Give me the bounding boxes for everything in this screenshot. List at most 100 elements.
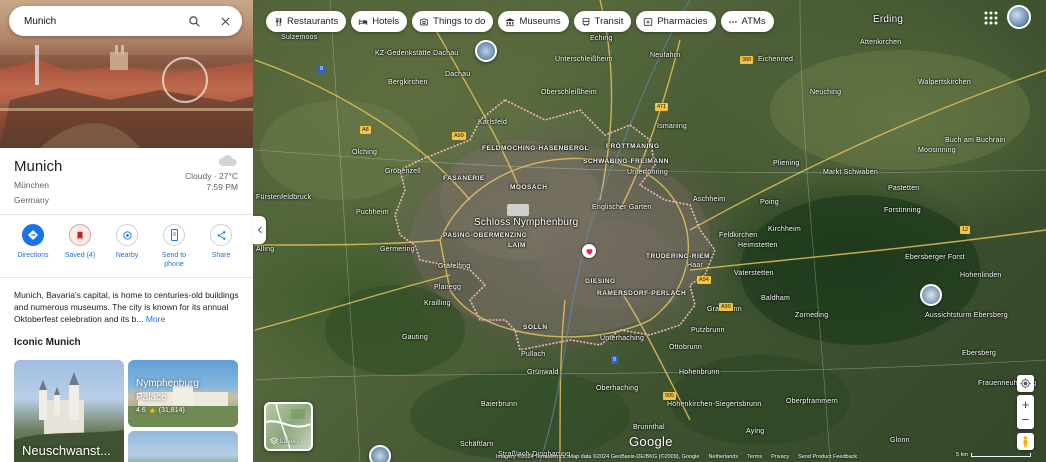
map-label[interactable]: Aying bbox=[746, 428, 764, 435]
map-label[interactable]: KZ-Gedenkstätte Dachau bbox=[375, 50, 458, 57]
map-label[interactable]: Erding bbox=[873, 14, 903, 25]
map-label[interactable]: Oberschleißheim bbox=[541, 89, 597, 96]
map-label[interactable]: Olching bbox=[352, 149, 377, 156]
map-label[interactable]: Höhenkirchen-Siegertsbrunn bbox=[667, 401, 761, 408]
more-link[interactable]: More bbox=[146, 314, 165, 324]
zoom-out-button[interactable]: − bbox=[1022, 413, 1030, 426]
map-label[interactable]: Eichenried bbox=[758, 56, 793, 63]
account-avatar[interactable] bbox=[1007, 5, 1031, 29]
saved-place-pin[interactable] bbox=[582, 244, 596, 258]
map-label[interactable]: Unterhaching bbox=[600, 335, 644, 342]
map-label[interactable]: Gröbenzell bbox=[385, 168, 421, 175]
chip-things-to-do[interactable]: Things to do bbox=[412, 11, 494, 32]
chip-transit[interactable]: Transit bbox=[573, 11, 632, 32]
map-label[interactable]: Neufahrn bbox=[650, 52, 680, 59]
map-label[interactable]: Karlsfeld bbox=[478, 119, 507, 126]
map-label[interactable]: Baierbrunn bbox=[481, 401, 517, 408]
map-label-poi[interactable]: Schloss Nymphenburg bbox=[474, 217, 578, 228]
feedback-link[interactable]: Send Product Feedback bbox=[798, 454, 857, 462]
map-label[interactable]: Brunnthal bbox=[633, 424, 665, 431]
my-location-button[interactable] bbox=[1017, 375, 1034, 392]
hero-photo[interactable] bbox=[0, 0, 253, 148]
map-label[interactable]: Hohenlinden bbox=[960, 272, 1002, 279]
search-input[interactable] bbox=[24, 15, 174, 27]
map-label[interactable]: Ismaning bbox=[657, 123, 687, 130]
photo-pin[interactable] bbox=[475, 40, 497, 62]
map-label[interactable]: Walpertskirchen bbox=[918, 79, 971, 86]
saved-button[interactable]: Saved (4) bbox=[59, 224, 101, 269]
map-label[interactable]: Markt Schwaben bbox=[823, 169, 878, 176]
map-label[interactable]: Putzbrunn bbox=[691, 327, 725, 334]
map-label[interactable]: Oberhaching bbox=[596, 385, 638, 392]
weather-condition: Cloudy · 27°C bbox=[184, 171, 238, 181]
palace-icon[interactable] bbox=[507, 204, 529, 216]
map-label[interactable]: Pliening bbox=[773, 160, 800, 167]
map-label[interactable]: Vaterstetten bbox=[734, 270, 774, 277]
map-label[interactable]: Schäftlarn bbox=[460, 441, 494, 448]
map-label[interactable]: Forstinning bbox=[884, 207, 921, 214]
terms-link[interactable]: Terms bbox=[747, 454, 762, 462]
share-button[interactable]: Share bbox=[200, 224, 242, 269]
map-label[interactable]: Germering bbox=[380, 246, 415, 253]
map-label[interactable]: Buch am Buchrain bbox=[945, 137, 1005, 144]
chip-museums[interactable]: Museums bbox=[498, 11, 569, 32]
send-to-phone-button[interactable]: Send to phone bbox=[153, 224, 195, 269]
region-link[interactable]: Netherlands bbox=[708, 454, 738, 462]
map-label[interactable]: Unterföhring bbox=[627, 169, 668, 176]
zoom-in-button[interactable]: + bbox=[1022, 398, 1030, 411]
map-label[interactable]: Bergkirchen bbox=[388, 79, 428, 86]
iconic-card[interactable]: Nymphenburg Palace 4.6 (31,814) bbox=[128, 360, 238, 427]
map-label[interactable]: Feldkirchen bbox=[719, 232, 757, 239]
google-apps-icon[interactable] bbox=[984, 11, 998, 25]
map-label[interactable]: Puchheim bbox=[356, 209, 389, 216]
map-label[interactable]: Heimstetten bbox=[738, 242, 778, 249]
map-label[interactable]: Poing bbox=[760, 199, 779, 206]
map-label[interactable]: Alling bbox=[256, 246, 274, 253]
iconic-card[interactable]: Neuschwanst... bbox=[14, 360, 124, 462]
map-label[interactable]: Unterschleißheim bbox=[555, 56, 613, 63]
chip-restaurants[interactable]: Restaurants bbox=[266, 11, 347, 32]
scale-bar[interactable]: 5 km bbox=[956, 452, 1031, 458]
map-label[interactable]: Attenkirchen bbox=[860, 39, 901, 46]
map-label[interactable]: Gauting bbox=[402, 334, 428, 341]
map-label[interactable]: Moosinning bbox=[918, 147, 956, 154]
map-label[interactable]: Grünwald bbox=[527, 369, 559, 376]
map-label[interactable]: Pullach bbox=[521, 351, 545, 358]
map-label[interactable]: Ebersberg bbox=[962, 350, 996, 357]
map-label[interactable]: Hohenbrunn bbox=[679, 369, 720, 376]
iconic-card[interactable] bbox=[128, 431, 238, 462]
map-label[interactable]: Gräfelfing bbox=[438, 263, 470, 270]
chip-atms[interactable]: ATMs bbox=[720, 11, 774, 32]
map-label[interactable]: Dachau bbox=[445, 71, 470, 78]
map-label[interactable]: Sulzemoos bbox=[281, 34, 317, 41]
map-label[interactable]: Ebersberger Forst bbox=[905, 254, 965, 261]
map-label[interactable]: Neuching bbox=[810, 89, 841, 96]
map-label[interactable]: Krailling bbox=[424, 300, 451, 307]
map-label[interactable]: Aussichtsturm Ebersberg bbox=[925, 312, 1008, 319]
map-label[interactable]: Haar bbox=[687, 262, 703, 269]
collapse-panel-button[interactable] bbox=[253, 216, 266, 244]
map-label[interactable]: Kirchheim bbox=[768, 226, 801, 233]
directions-button[interactable]: Directions bbox=[12, 224, 54, 269]
map-label[interactable]: Baldham bbox=[761, 295, 790, 302]
close-icon[interactable] bbox=[217, 13, 233, 29]
search-icon[interactable] bbox=[186, 13, 202, 29]
privacy-link[interactable]: Privacy bbox=[771, 454, 789, 462]
map-label[interactable]: Planegg bbox=[434, 284, 461, 291]
map-label[interactable]: Aschheim bbox=[693, 196, 725, 203]
nearby-button[interactable]: Nearby bbox=[106, 224, 148, 269]
map-label[interactable]: Glonn bbox=[890, 437, 910, 444]
map-label-poi[interactable]: Englischer Garten bbox=[592, 204, 651, 211]
map-label[interactable]: Pastetten bbox=[888, 185, 919, 192]
map-label[interactable]: Fürstenfeldbruck bbox=[256, 194, 311, 201]
photo-pin[interactable] bbox=[920, 284, 942, 306]
map-label[interactable]: Zorneding bbox=[795, 312, 828, 319]
map-label[interactable]: Oberpframmern bbox=[786, 398, 838, 405]
chip-pharmacies[interactable]: Pharmacies bbox=[636, 11, 716, 32]
map-label[interactable]: Ottobrunn bbox=[669, 344, 702, 351]
map-label[interactable]: Eching bbox=[590, 35, 613, 42]
street-view-pegman[interactable] bbox=[1017, 433, 1034, 450]
layers-button[interactable]: Layers bbox=[264, 402, 313, 451]
chip-hotels[interactable]: Hotels bbox=[351, 11, 408, 32]
photo-pin[interactable] bbox=[369, 445, 391, 462]
